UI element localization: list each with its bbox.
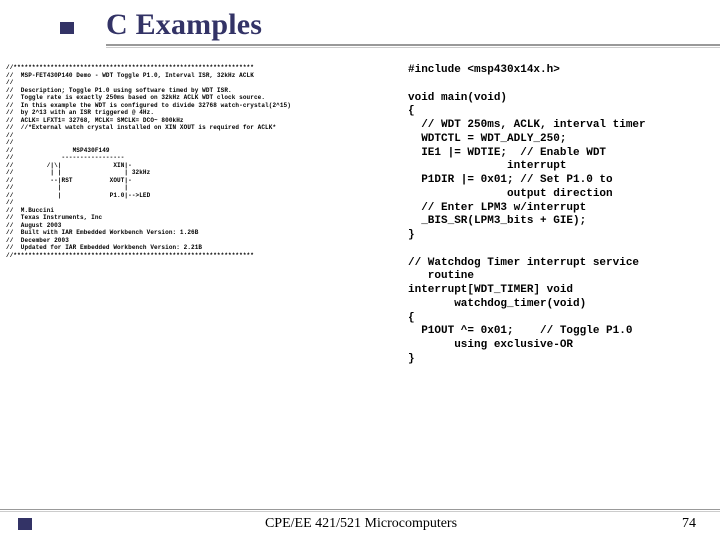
- title-underline-secondary: [106, 47, 720, 48]
- title-underline-primary: [106, 44, 720, 46]
- footer-line-secondary: [0, 511, 720, 512]
- slide: C Examples //***************************…: [0, 0, 720, 540]
- page-number: 74: [682, 516, 696, 532]
- title-bar: C Examples: [0, 0, 720, 54]
- slide-title: C Examples: [106, 8, 720, 42]
- footer-text: CPE/EE 421/521 Microcomputers: [2, 516, 720, 532]
- code-comment-block: //**************************************…: [6, 64, 291, 259]
- footer: CPE/EE 421/521 Microcomputers 74: [0, 509, 720, 532]
- footer-row: CPE/EE 421/521 Microcomputers 74: [0, 516, 720, 532]
- slide-body: //**************************************…: [0, 54, 720, 259]
- footer-line-primary: [0, 509, 720, 510]
- title-accent-box: [60, 22, 74, 34]
- code-source-block: #include <msp430x14x.h> void main(void) …: [408, 64, 646, 367]
